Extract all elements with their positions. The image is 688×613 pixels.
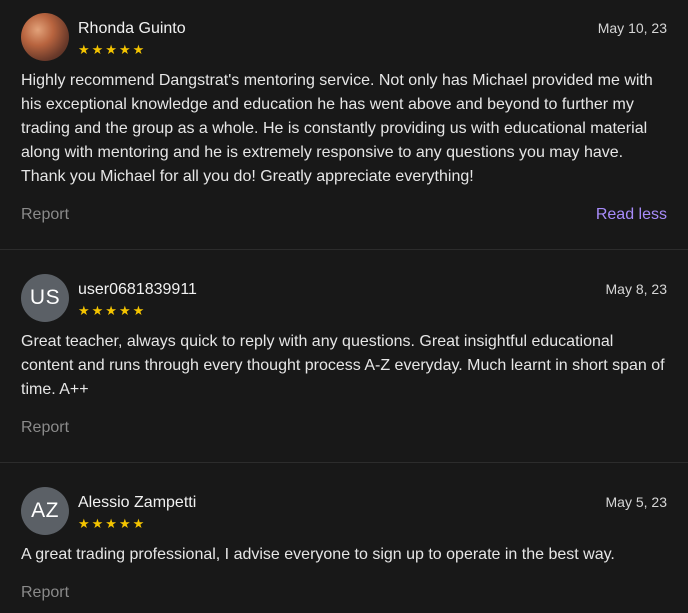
review-date: May 5, 23 xyxy=(605,494,667,510)
reviewer-name: Alessio Zampetti xyxy=(78,494,197,511)
review-date: May 10, 23 xyxy=(597,20,667,36)
review-header: AZ Alessio Zampetti ★★★★★ xyxy=(21,487,667,535)
review-date: May 8, 23 xyxy=(605,281,667,297)
report-link[interactable]: Report xyxy=(21,584,69,602)
review-header: Rhonda Guinto ★★★★★ xyxy=(21,13,667,61)
avatar: US xyxy=(21,274,69,322)
review-footer: Report xyxy=(21,419,667,437)
review-card: US user0681839911 ★★★★★ May 8, 23 Great … xyxy=(0,250,688,463)
reviewer-meta: user0681839911 ★★★★★ xyxy=(78,274,197,318)
read-less-link[interactable]: Read less xyxy=(596,206,667,224)
avatar xyxy=(21,13,69,61)
star-rating: ★★★★★ xyxy=(78,42,147,57)
reviewer-meta: Alessio Zampetti ★★★★★ xyxy=(78,487,196,531)
review-card: Rhonda Guinto ★★★★★ May 10, 23 Highly re… xyxy=(0,0,688,250)
review-footer: Report Read less xyxy=(21,206,667,224)
report-link[interactable]: Report xyxy=(21,206,69,224)
review-text: Great teacher, always quick to reply wit… xyxy=(21,333,665,398)
star-rating: ★★★★★ xyxy=(78,516,147,531)
review-text: A great trading professional, I advise e… xyxy=(21,546,615,563)
reviewer-name: Rhonda Guinto xyxy=(78,20,186,37)
star-rating: ★★★★★ xyxy=(78,303,147,318)
review-card: AZ Alessio Zampetti ★★★★★ May 5, 23 A gr… xyxy=(0,463,688,613)
review-text: Highly recommend Dangstrat's mentoring s… xyxy=(21,72,653,185)
report-link[interactable]: Report xyxy=(21,419,69,437)
reviewer-name: user0681839911 xyxy=(78,281,197,298)
review-footer: Report xyxy=(21,584,667,602)
avatar: AZ xyxy=(21,487,69,535)
reviewer-meta: Rhonda Guinto ★★★★★ xyxy=(78,13,186,57)
review-header: US user0681839911 ★★★★★ xyxy=(21,274,667,322)
